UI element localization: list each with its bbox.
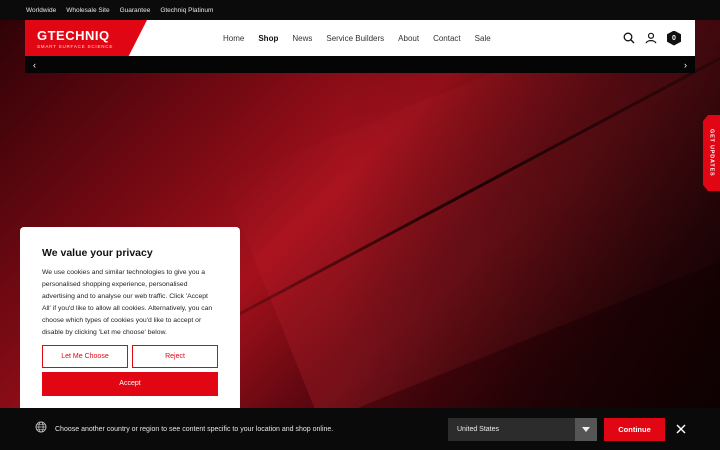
nav-about[interactable]: About: [398, 34, 419, 43]
main-header: GTECHNIQ SMART SURFACE SCIENCE Home Shop…: [25, 20, 695, 56]
hero-slider-controls: ‹ ›: [25, 56, 695, 73]
nav-news[interactable]: News: [292, 34, 312, 43]
cart-icon[interactable]: 0: [667, 30, 681, 46]
cookie-dialog-body: We use cookies and similar technologies …: [42, 269, 213, 337]
slider-prev-button[interactable]: ‹: [33, 60, 36, 70]
country-selector-bar: Choose another country or region to see …: [0, 408, 720, 450]
globe-icon: [35, 420, 47, 438]
cookie-button-row: Let Me Choose Reject: [42, 344, 218, 368]
cookie-dialog-title: We value your privacy: [42, 247, 153, 259]
let-me-choose-button[interactable]: Let Me Choose: [42, 344, 128, 368]
chevron-down-icon[interactable]: [575, 418, 597, 441]
main-nav: Home Shop News Service Builders About Co…: [223, 34, 491, 43]
accept-button[interactable]: Accept: [42, 371, 218, 396]
get-updates-label: GET UPDATES: [708, 129, 715, 177]
account-icon[interactable]: [645, 32, 657, 44]
nav-sale[interactable]: Sale: [475, 34, 491, 43]
nav-home[interactable]: Home: [223, 34, 244, 43]
logo-text: GTECHNIQ: [37, 27, 110, 43]
country-select[interactable]: United States: [448, 418, 597, 441]
continue-button[interactable]: Continue: [604, 418, 665, 441]
country-select-value: United States: [457, 426, 500, 433]
reject-button[interactable]: Reject: [132, 344, 218, 368]
slider-next-button[interactable]: ›: [684, 60, 687, 70]
logo[interactable]: GTECHNIQ SMART SURFACE SCIENCE: [25, 20, 147, 56]
topbar-link-wholesale[interactable]: Wholesale Site: [66, 7, 109, 14]
country-message: Choose another country or region to see …: [55, 425, 334, 433]
search-icon[interactable]: [623, 32, 635, 44]
cookie-consent-dialog: We value your privacy We use cookies and…: [20, 227, 240, 417]
get-updates-tab[interactable]: GET UPDATES: [703, 115, 720, 191]
nav-service-builders[interactable]: Service Builders: [326, 34, 384, 43]
nav-shop[interactable]: Shop: [258, 34, 278, 43]
topbar-link-worldwide[interactable]: Worldwide: [26, 7, 56, 14]
utility-bar: Worldwide Wholesale Site Guarantee Gtech…: [0, 0, 720, 20]
header-actions: 0: [623, 30, 681, 46]
close-icon[interactable]: [674, 422, 688, 441]
topbar-link-platinum[interactable]: Gtechniq Platinum: [160, 7, 213, 14]
nav-contact[interactable]: Contact: [433, 34, 461, 43]
topbar-link-guarantee[interactable]: Guarantee: [120, 7, 151, 14]
logo-tagline: SMART SURFACE SCIENCE: [37, 43, 114, 49]
